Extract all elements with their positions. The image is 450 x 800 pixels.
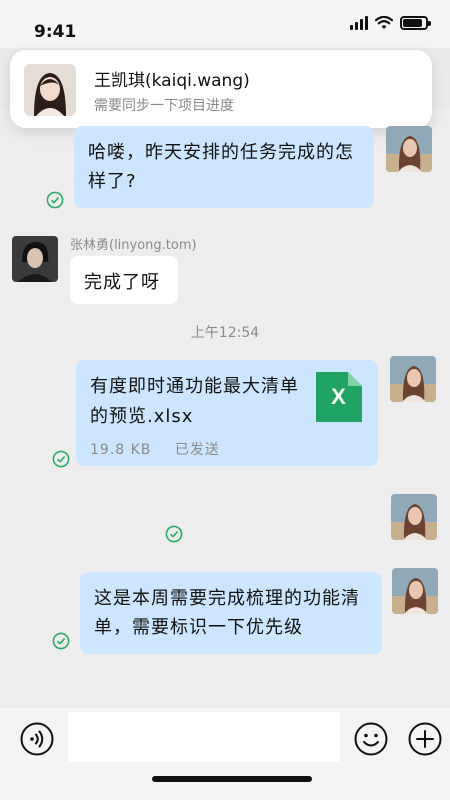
plus-icon[interactable] bbox=[408, 722, 442, 756]
file-size: 19.8 KB bbox=[90, 442, 152, 458]
wifi-icon bbox=[375, 16, 393, 29]
status-bar: 9:41 bbox=[0, 0, 450, 48]
my-avatar[interactable] bbox=[392, 568, 438, 614]
message-text: 这是本周需要完成梳理的功能清单，需要标识一下优先级 bbox=[94, 588, 360, 638]
my-avatar[interactable] bbox=[386, 126, 432, 172]
message-bubble-outgoing[interactable]: 这是本周需要完成梳理的功能清单，需要标识一下优先级 bbox=[80, 572, 382, 654]
check-circle-icon bbox=[52, 632, 70, 650]
message-text: 完成了呀 bbox=[84, 272, 160, 293]
check-circle-icon bbox=[46, 191, 64, 209]
notification-avatar bbox=[24, 64, 76, 116]
file-status: 已发送 bbox=[174, 442, 220, 458]
status-time: 9:41 bbox=[34, 22, 77, 42]
message-input[interactable] bbox=[68, 712, 340, 762]
notification-banner[interactable]: 王凯琪(kaiqi.wang) 需要同步一下项目进度 bbox=[10, 50, 432, 128]
home-indicator[interactable] bbox=[152, 776, 312, 782]
file-meta: 19.8 KB 已发送 bbox=[90, 436, 238, 465]
my-avatar[interactable] bbox=[391, 494, 437, 540]
check-circle-icon bbox=[52, 450, 70, 468]
check-circle-icon bbox=[165, 525, 183, 543]
sender-name: 张林勇(linyong.tom) bbox=[70, 238, 197, 253]
timestamp: 上午12:54 bbox=[190, 325, 260, 341]
file-name: 有度即时通功能最大清单的预览.xlsx bbox=[90, 376, 299, 427]
contact-avatar[interactable] bbox=[12, 236, 58, 282]
emoji-icon[interactable] bbox=[354, 722, 388, 756]
file-message-bubble[interactable]: 有度即时通功能最大清单的预览.xlsx X 19.8 KB 已发送 bbox=[76, 360, 378, 466]
cellular-signal-icon bbox=[350, 16, 368, 30]
excel-file-icon: X bbox=[316, 372, 362, 422]
battery-icon bbox=[400, 16, 431, 30]
my-avatar[interactable] bbox=[390, 356, 436, 402]
message-bubble-incoming[interactable]: 完成了呀 bbox=[70, 256, 178, 304]
voice-icon[interactable] bbox=[20, 722, 54, 756]
message-bubble-outgoing[interactable]: 哈喽，昨天安排的任务完成的怎样了? bbox=[74, 126, 374, 208]
notification-body: 需要同步一下项目进度 bbox=[94, 98, 234, 114]
input-bar bbox=[0, 708, 450, 800]
message-text: 哈喽，昨天安排的任务完成的怎样了? bbox=[88, 142, 354, 192]
status-icons bbox=[350, 16, 431, 30]
notification-title: 王凯琪(kaiqi.wang) bbox=[94, 71, 250, 91]
